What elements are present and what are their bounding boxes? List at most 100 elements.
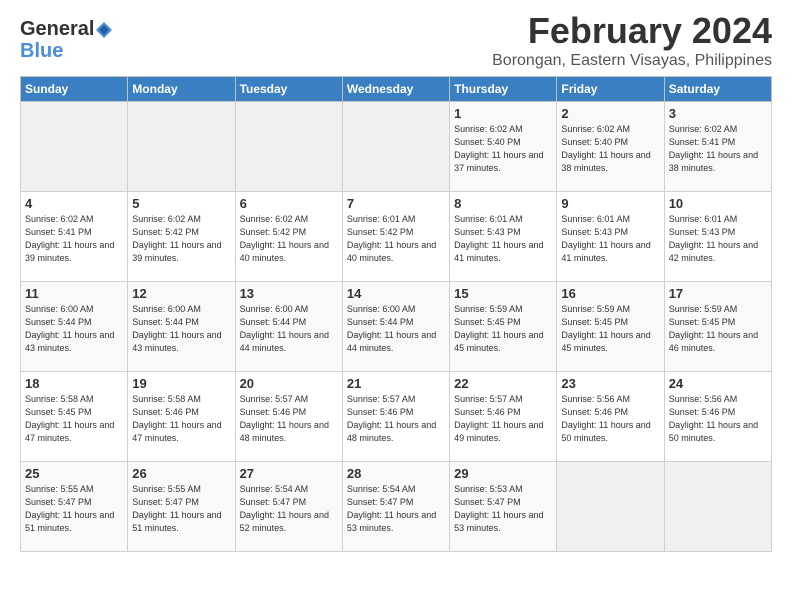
table-row: 6 Sunrise: 6:02 AM Sunset: 5:42 PM Daylig…: [235, 192, 342, 282]
table-row: 29Sunrise: 5:53 AM Sunset: 5:47 PM Dayli…: [450, 462, 557, 552]
week-row-4: 18Sunrise: 5:58 AM Sunset: 5:45 PM Dayli…: [21, 372, 772, 462]
header-wednesday: Wednesday: [342, 77, 449, 102]
table-row: 13Sunrise: 6:00 AM Sunset: 5:44 PM Dayli…: [235, 282, 342, 372]
table-row: 2 Sunrise: 6:02 AM Sunset: 5:40 PM Daylig…: [557, 102, 664, 192]
table-row: 28 Sunrise: 5:54 AM Sunset: 5:47 PM Dayli…: [342, 462, 449, 552]
day-info: Sunrise: 5:55 AM Sunset: 5:47 PM Dayligh…: [25, 483, 123, 535]
table-row: 27Sunrise: 5:54 AM Sunset: 5:47 PM Dayli…: [235, 462, 342, 552]
table-row: 12 Sunrise: 6:00 AM Sunset: 5:44 PM Dayli…: [128, 282, 235, 372]
day-info: Sunrise: 5:59 AM Sunset: 5:45 PM Dayligh…: [454, 303, 552, 355]
week-row-5: 25 Sunrise: 5:55 AM Sunset: 5:47 PM Dayli…: [21, 462, 772, 552]
table-row: 5Sunrise: 6:02 AM Sunset: 5:42 PM Daylig…: [128, 192, 235, 282]
header-tuesday: Tuesday: [235, 77, 342, 102]
week-row-3: 11 Sunrise: 6:00 AM Sunset: 5:44 PM Dayli…: [21, 282, 772, 372]
day-number: 23: [561, 376, 659, 391]
day-number: 8: [454, 196, 552, 211]
day-number: 1: [454, 106, 552, 121]
table-row: 1 Sunrise: 6:02 AM Sunset: 5:40 PM Daylig…: [450, 102, 557, 192]
day-number: 11: [25, 286, 123, 301]
table-row: 20 Sunrise: 5:57 AM Sunset: 5:46 PM Dayli…: [235, 372, 342, 462]
day-info: Sunrise: 6:01 AM Sunset: 5:43 PM Dayligh…: [454, 213, 552, 265]
table-row: [557, 462, 664, 552]
logo-icon: [95, 21, 113, 39]
day-number: 4: [25, 196, 123, 211]
day-info: Sunrise: 6:02 AM Sunset: 5:42 PM Dayligh…: [240, 213, 338, 265]
day-info: Sunrise: 6:00 AM Sunset: 5:44 PM Dayligh…: [347, 303, 445, 355]
day-info: Sunrise: 6:00 AM Sunset: 5:44 PM Dayligh…: [132, 303, 230, 355]
day-number: 12: [132, 286, 230, 301]
table-row: 26 Sunrise: 5:55 AM Sunset: 5:47 PM Dayli…: [128, 462, 235, 552]
day-number: 7: [347, 196, 445, 211]
table-row: 14 Sunrise: 6:00 AM Sunset: 5:44 PM Dayli…: [342, 282, 449, 372]
table-row: 7 Sunrise: 6:01 AM Sunset: 5:42 PM Daylig…: [342, 192, 449, 282]
table-row: 8 Sunrise: 6:01 AM Sunset: 5:43 PM Daylig…: [450, 192, 557, 282]
table-row: 17 Sunrise: 5:59 AM Sunset: 5:45 PM Dayli…: [664, 282, 771, 372]
day-info: Sunrise: 5:57 AM Sunset: 5:46 PM Dayligh…: [240, 393, 338, 445]
header-sunday: Sunday: [21, 77, 128, 102]
header-monday: Monday: [128, 77, 235, 102]
day-number: 24: [669, 376, 767, 391]
day-number: 10: [669, 196, 767, 211]
header-thursday: Thursday: [450, 77, 557, 102]
table-row: 23 Sunrise: 5:56 AM Sunset: 5:46 PM Dayli…: [557, 372, 664, 462]
day-info: Sunrise: 6:00 AM Sunset: 5:44 PM Dayligh…: [240, 303, 338, 355]
day-number: 9: [561, 196, 659, 211]
day-number: 14: [347, 286, 445, 301]
day-number: 17: [669, 286, 767, 301]
table-row: 11 Sunrise: 6:00 AM Sunset: 5:44 PM Dayli…: [21, 282, 128, 372]
title-area: February 2024 Borongan, Eastern Visayas,…: [492, 10, 772, 70]
day-info: Sunrise: 6:02 AM Sunset: 5:41 PM Dayligh…: [669, 123, 767, 175]
day-info: Sunrise: 5:58 AM Sunset: 5:45 PM Dayligh…: [25, 393, 123, 445]
day-number: 19: [132, 376, 230, 391]
day-info: Sunrise: 6:02 AM Sunset: 5:40 PM Dayligh…: [561, 123, 659, 175]
day-number: 22: [454, 376, 552, 391]
day-info: Sunrise: 5:57 AM Sunset: 5:46 PM Dayligh…: [454, 393, 552, 445]
logo-text-blue: Blue: [20, 40, 113, 62]
day-number: 29: [454, 466, 552, 481]
table-row: [21, 102, 128, 192]
header-friday: Friday: [557, 77, 664, 102]
week-row-2: 4 Sunrise: 6:02 AM Sunset: 5:41 PM Daylig…: [21, 192, 772, 282]
table-row: [235, 102, 342, 192]
day-info: Sunrise: 5:56 AM Sunset: 5:46 PM Dayligh…: [561, 393, 659, 445]
table-row: [128, 102, 235, 192]
day-number: 6: [240, 196, 338, 211]
day-info: Sunrise: 5:59 AM Sunset: 5:45 PM Dayligh…: [669, 303, 767, 355]
header: General Blue February 2024 Borongan, Eas…: [20, 10, 772, 70]
day-info: Sunrise: 6:01 AM Sunset: 5:42 PM Dayligh…: [347, 213, 445, 265]
table-row: 16Sunrise: 5:59 AM Sunset: 5:45 PM Dayli…: [557, 282, 664, 372]
day-number: 28: [347, 466, 445, 481]
table-row: 25 Sunrise: 5:55 AM Sunset: 5:47 PM Dayli…: [21, 462, 128, 552]
table-row: 24 Sunrise: 5:56 AM Sunset: 5:46 PM Dayli…: [664, 372, 771, 462]
day-info: Sunrise: 5:57 AM Sunset: 5:46 PM Dayligh…: [347, 393, 445, 445]
location-subtitle: Borongan, Eastern Visayas, Philippines: [492, 52, 772, 70]
table-row: 15 Sunrise: 5:59 AM Sunset: 5:45 PM Dayli…: [450, 282, 557, 372]
calendar-table: SundayMondayTuesdayWednesdayThursdayFrid…: [20, 76, 772, 552]
day-info: Sunrise: 6:02 AM Sunset: 5:42 PM Dayligh…: [132, 213, 230, 265]
table-row: 21Sunrise: 5:57 AM Sunset: 5:46 PM Dayli…: [342, 372, 449, 462]
day-info: Sunrise: 5:56 AM Sunset: 5:46 PM Dayligh…: [669, 393, 767, 445]
day-info: Sunrise: 6:01 AM Sunset: 5:43 PM Dayligh…: [561, 213, 659, 265]
table-row: 3Sunrise: 6:02 AM Sunset: 5:41 PM Daylig…: [664, 102, 771, 192]
day-info: Sunrise: 6:00 AM Sunset: 5:44 PM Dayligh…: [25, 303, 123, 355]
day-info: Sunrise: 5:58 AM Sunset: 5:46 PM Dayligh…: [132, 393, 230, 445]
table-row: [342, 102, 449, 192]
table-row: 10Sunrise: 6:01 AM Sunset: 5:43 PM Dayli…: [664, 192, 771, 282]
table-row: [664, 462, 771, 552]
day-info: Sunrise: 5:54 AM Sunset: 5:47 PM Dayligh…: [347, 483, 445, 535]
day-number: 26: [132, 466, 230, 481]
table-row: 4 Sunrise: 6:02 AM Sunset: 5:41 PM Daylig…: [21, 192, 128, 282]
day-info: Sunrise: 6:02 AM Sunset: 5:41 PM Dayligh…: [25, 213, 123, 265]
logo: General Blue: [20, 18, 113, 62]
day-number: 20: [240, 376, 338, 391]
day-info: Sunrise: 6:02 AM Sunset: 5:40 PM Dayligh…: [454, 123, 552, 175]
day-number: 2: [561, 106, 659, 121]
table-row: 19 Sunrise: 5:58 AM Sunset: 5:46 PM Dayli…: [128, 372, 235, 462]
header-saturday: Saturday: [664, 77, 771, 102]
day-number: 27: [240, 466, 338, 481]
day-number: 25: [25, 466, 123, 481]
day-info: Sunrise: 5:59 AM Sunset: 5:45 PM Dayligh…: [561, 303, 659, 355]
day-number: 15: [454, 286, 552, 301]
week-row-1: 1 Sunrise: 6:02 AM Sunset: 5:40 PM Daylig…: [21, 102, 772, 192]
day-info: Sunrise: 5:55 AM Sunset: 5:47 PM Dayligh…: [132, 483, 230, 535]
